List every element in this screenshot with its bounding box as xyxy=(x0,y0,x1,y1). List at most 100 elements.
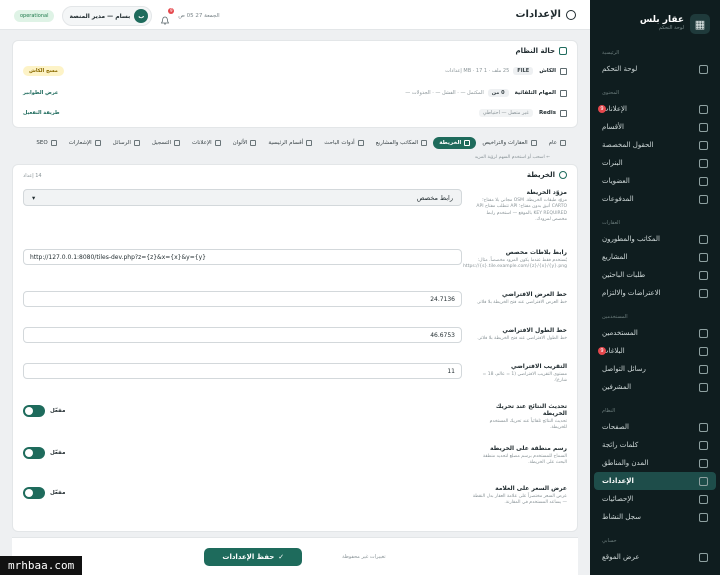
sidebar-item[interactable]: الإعلانات 9 xyxy=(590,100,720,118)
settings-tab[interactable]: التسجيل xyxy=(146,137,186,149)
sidebar-item[interactable]: الصفحات xyxy=(590,418,720,436)
map-settings-card: الخريطة 14 إعداد مزوّد الخريطة مزوّد طبق… xyxy=(12,164,578,532)
status-row-icon xyxy=(560,89,567,97)
settings-tab[interactable]: أقسام الرئيسية xyxy=(262,137,318,149)
sidebar-item[interactable]: البلاغات 9 xyxy=(590,342,720,360)
nav-icon xyxy=(699,476,708,486)
sidebar-item[interactable]: رسائل التواصل xyxy=(590,360,720,378)
status-key: المهام التلقائية xyxy=(514,90,556,96)
toggle-label: مفعّل xyxy=(50,490,66,496)
sidebar-item[interactable]: الاعتراضات والالتزام xyxy=(590,284,720,302)
date-text: الجمعة 27 05 ص xyxy=(178,13,220,19)
setting-field: تحديث النتائج عند تحريك الخريطة تحديث ال… xyxy=(23,403,567,432)
field-description: يُستخدم فقط عندما يكون المزود مخصصاً. مث… xyxy=(463,258,567,270)
nav-icon xyxy=(699,288,708,298)
settings-tab[interactable]: الرسائل xyxy=(107,137,146,149)
sidebar-item[interactable]: كلمات رائجة xyxy=(590,436,720,454)
field-label-block: التقريب الافتراضي مستوى التقريب الافتراض… xyxy=(472,363,567,385)
system-status-row: الكاش FILE 25 ملف · 1 MB · 17 إعدادات مسح ا… xyxy=(23,66,567,76)
input-value: 24.7136 xyxy=(430,295,455,303)
select-value: رابط مخصص xyxy=(416,193,453,202)
setting-input[interactable]: http://127.0.0.1:8080/tiles-dev.php?z={z… xyxy=(23,249,462,265)
status-chip: FILE xyxy=(513,67,534,75)
check-icon: ✓ xyxy=(278,552,285,561)
sidebar-item-label: الإعدادات xyxy=(602,477,634,485)
setting-input[interactable]: 24.7136 xyxy=(23,291,462,307)
sidebar-item-label: لوحة التحكم xyxy=(602,65,638,73)
bell-icon[interactable]: 9 xyxy=(160,8,175,25)
sidebar-section-title: العقارات xyxy=(602,220,620,226)
settings-tab[interactable]: الألوان xyxy=(227,137,263,149)
field-label: مزوّد الخريطة xyxy=(526,189,567,196)
map-settings-header: الخريطة xyxy=(23,171,567,179)
sidebar-item[interactable]: المكاتب والمطورون xyxy=(590,230,720,248)
sidebar-item[interactable]: الإعدادات xyxy=(594,472,716,490)
sidebar-item[interactable]: الحقول المخصصة xyxy=(590,136,720,154)
settings-tab[interactable]: المكاتب والمشاريع xyxy=(370,137,434,149)
sidebar-item[interactable]: عرض الموقع xyxy=(590,548,720,566)
status-action-link[interactable]: مسح الكاش xyxy=(23,66,64,76)
sidebar: ▦ عقار بلس لوحة التحكم الرئيسية لوحة التح… xyxy=(590,0,720,575)
settings-tabs: عام العقارات والتراخيص الخريطة المكاتب والم… xyxy=(12,134,578,152)
sidebar-item[interactable]: المدن والمناطق xyxy=(590,454,720,472)
brand-sub: لوحة التحكم xyxy=(658,25,684,32)
sidebar-item-label: رسائل التواصل xyxy=(602,365,646,373)
tab-label: عام xyxy=(548,140,557,146)
settings-tab[interactable]: عام xyxy=(543,137,572,149)
save-button[interactable]: ✓ حفظ الإعدادات xyxy=(204,547,303,566)
status-action-link[interactable]: طريقة التفعيل xyxy=(23,110,60,116)
settings-tab[interactable]: الخريطة xyxy=(433,137,477,149)
toggle-switch[interactable] xyxy=(23,447,45,459)
nav-icon xyxy=(699,382,708,392)
sidebar-section-title: المحتوى xyxy=(602,90,620,96)
field-description: تحديث النتائج تلقائياً عند تحريك المستخد… xyxy=(489,419,567,431)
nav-icon xyxy=(699,458,708,468)
sidebar-item[interactable]: الإحصائيات xyxy=(590,490,720,508)
sidebar-item[interactable]: لوحة التحكم xyxy=(590,60,720,78)
settings-tab[interactable]: أدوات الباحث xyxy=(318,137,369,149)
field-label: خط الطول الافتراضي xyxy=(502,327,567,334)
server-icon xyxy=(559,47,567,55)
sidebar-section-title: المستخدمين xyxy=(602,314,628,320)
sidebar-item[interactable]: سجل النشاط xyxy=(590,508,720,526)
sidebar-section-title: النظام xyxy=(602,408,616,414)
sidebar-item-label: المدن والمناطق xyxy=(602,459,649,467)
sidebar-item[interactable]: البنرات xyxy=(590,154,720,172)
unsaved-text: تغييرات غير محفوظة xyxy=(342,553,386,560)
tab-icon xyxy=(530,140,537,146)
field-label-block: خط الطول الافتراضي خط الطول الافتراضي عن… xyxy=(472,327,567,343)
tab-icon xyxy=(94,140,101,146)
nav-icon xyxy=(699,122,708,132)
tab-label: الرسائل xyxy=(112,140,131,146)
status-row-icon xyxy=(560,109,567,117)
topbar: الإعدادات operational ب بسام — مدير المن… xyxy=(0,0,590,30)
system-status-card: حالة النظام الكاش FILE 25 ملف · 1 MB · 17 … xyxy=(12,40,578,128)
settings-tab[interactable]: الإعلانات xyxy=(186,137,227,149)
settings-tab[interactable]: SEO xyxy=(30,137,62,149)
sidebar-item[interactable]: المدفوعات xyxy=(590,190,720,208)
sidebar-item-label: البلاغات xyxy=(602,347,625,355)
setting-input[interactable]: 11 xyxy=(23,363,462,379)
sidebar-item[interactable]: العضويات xyxy=(590,172,720,190)
sidebar-nav: الرئيسية لوحة التحكم المحتوى الإعلانات 9 الأق… xyxy=(590,50,720,566)
status-key: الكاش xyxy=(539,68,556,74)
toggle-switch[interactable] xyxy=(23,405,45,417)
user-menu[interactable]: ب بسام — مدير المنصة xyxy=(62,6,153,26)
tab-icon xyxy=(50,140,57,146)
toggle-switch[interactable] xyxy=(23,487,45,499)
setting-field: عرض السعر على العلامة عرض السعر مختصراً … xyxy=(23,485,567,507)
status-action-link[interactable]: عرض الطوابير xyxy=(23,90,58,96)
map-settings-title: الخريطة xyxy=(526,171,555,179)
sidebar-item[interactable]: الأقسام xyxy=(590,118,720,136)
field-description: مستوى التقريب الافتراضي (1 = عالم، 18 = … xyxy=(482,372,567,384)
brand[interactable]: ▦ عقار بلس لوحة التحكم xyxy=(590,0,720,38)
provider-select[interactable]: رابط مخصص ▾ xyxy=(23,189,462,206)
sidebar-item[interactable]: المشاريع xyxy=(590,248,720,266)
settings-tab[interactable]: الإشعارات xyxy=(63,137,107,149)
sidebar-item[interactable]: طلبات الباحثين xyxy=(590,266,720,284)
avatar: ب xyxy=(134,9,149,23)
settings-tab[interactable]: العقارات والتراخيص xyxy=(476,137,542,149)
sidebar-item[interactable]: المستخدمين xyxy=(590,324,720,342)
setting-input[interactable]: 46.6753 xyxy=(23,327,462,343)
sidebar-item[interactable]: المشرفين xyxy=(590,378,720,396)
